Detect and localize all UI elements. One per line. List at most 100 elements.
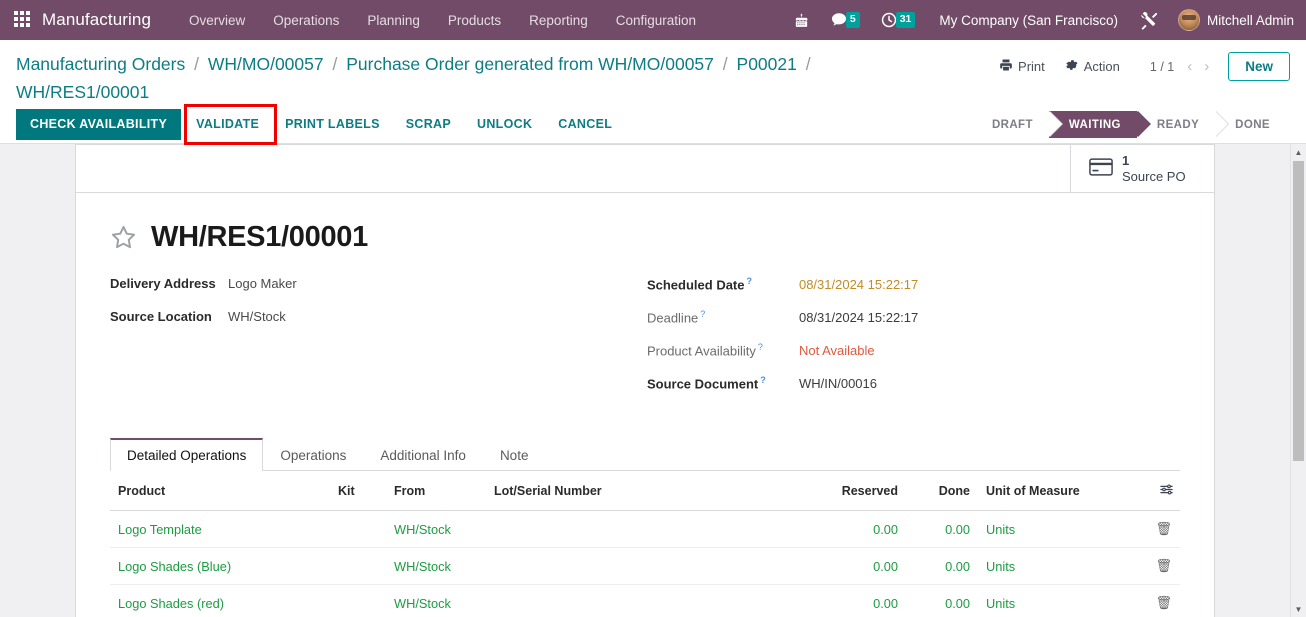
tab-note[interactable]: Note [483, 438, 546, 471]
cell-unit-of-measure[interactable]: Units [978, 584, 1146, 617]
breadcrumb-item-manufacturing-orders[interactable]: Manufacturing Orders [16, 54, 185, 74]
field-value-scheduled-date[interactable]: 08/31/2024 15:22:17 [799, 277, 918, 292]
check-availability-button[interactable]: CHECK AVAILABILITY [16, 109, 182, 140]
column-options-icon[interactable] [1146, 471, 1180, 511]
cell-reserved[interactable]: 0.00 [786, 510, 906, 548]
breadcrumb-item-mo-00057[interactable]: WH/MO/00057 [208, 54, 324, 74]
tab-detailed-operations[interactable]: Detailed Operations [110, 438, 264, 471]
help-tooltip-icon[interactable]: ? [758, 342, 763, 352]
field-value-source-location[interactable]: WH/Stock [228, 309, 286, 324]
menu-item-operations[interactable]: Operations [259, 5, 353, 36]
table-row[interactable]: Logo Shades (red) WH/Stock 0.00 0.00 Uni… [110, 584, 1180, 617]
vertical-scrollbar[interactable]: ▲ ▼ [1290, 144, 1306, 617]
tab-operations[interactable]: Operations [263, 438, 363, 471]
form-column-left: Delivery Address Logo Maker Source Locat… [110, 276, 645, 408]
help-tooltip-icon[interactable]: ? [760, 375, 766, 385]
cell-product[interactable]: Logo Shades (Blue) [110, 547, 330, 585]
print-labels-button[interactable]: PRINT LABELS [272, 109, 393, 140]
app-brand-manufacturing[interactable]: Manufacturing [42, 10, 151, 30]
cell-product[interactable]: Logo Template [110, 510, 330, 548]
cell-lot-serial-number[interactable] [486, 547, 786, 585]
cancel-button[interactable]: CANCEL [545, 109, 625, 140]
field-scheduled-date: Scheduled Date? 08/31/2024 15:22:17 [647, 276, 1180, 295]
scrollbar-thumb[interactable] [1293, 161, 1304, 461]
page-title: WH/RES1/00001 [151, 221, 368, 253]
chevron-left-icon[interactable]: ‹ [1182, 59, 1197, 74]
tab-additional-info[interactable]: Additional Info [363, 438, 483, 471]
breadcrumb: Manufacturing Orders / WH/MO/00057 / Pur… [16, 48, 916, 106]
field-label-scheduled-date: Scheduled Date? [647, 276, 799, 292]
action-button[interactable]: Action [1055, 54, 1130, 79]
column-header-lot-serial-number: Lot/Serial Number [486, 471, 786, 511]
cell-kit[interactable] [330, 584, 386, 617]
tools-icon[interactable] [1130, 11, 1169, 30]
chat-bubble-icon[interactable]: 5 [820, 11, 870, 29]
scroll-down-arrow-icon[interactable]: ▼ [1291, 601, 1306, 617]
print-button[interactable]: Print [989, 54, 1055, 79]
trash-icon[interactable]: 🗑 [1155, 521, 1172, 536]
cell-done[interactable]: 0.00 [906, 584, 978, 617]
notebook: Detailed Operations Operations Additiona… [110, 438, 1180, 617]
cell-lot-serial-number[interactable] [486, 584, 786, 617]
breadcrumb-item-p00021[interactable]: P00021 [737, 54, 797, 74]
cell-done[interactable]: 0.00 [906, 547, 978, 585]
cell-reserved[interactable]: 0.00 [786, 547, 906, 585]
breadcrumb-item-purchase-order[interactable]: Purchase Order generated from WH/MO/0005… [346, 54, 714, 74]
breadcrumb-item-current: WH/RES1/00001 [16, 82, 150, 102]
status-bar: DRAFT WAITING READY DONE [971, 111, 1286, 138]
scrollbar-track[interactable] [1293, 462, 1304, 601]
trash-icon[interactable]: 🗑 [1155, 595, 1172, 610]
cell-lot-serial-number[interactable] [486, 510, 786, 548]
field-label-deadline: Deadline? [647, 309, 799, 325]
cell-unit-of-measure[interactable]: Units [978, 510, 1146, 548]
source-po-stat-button[interactable]: 1 Source PO [1070, 145, 1214, 192]
action-label: Action [1083, 59, 1120, 74]
new-button[interactable]: New [1228, 52, 1290, 81]
delete-row-button[interactable]: 🗑 [1146, 584, 1180, 617]
status-stage-draft[interactable]: DRAFT [971, 111, 1063, 138]
cell-from[interactable]: WH/Stock [386, 547, 486, 585]
menu-item-configuration[interactable]: Configuration [602, 5, 710, 36]
user-menu-mitchell-admin[interactable]: Mitchell Admin [1207, 13, 1294, 28]
cell-product[interactable]: Logo Shades (red) [110, 584, 330, 617]
cake-icon[interactable] [783, 12, 820, 29]
scroll-up-arrow-icon[interactable]: ▲ [1291, 144, 1306, 160]
menu-item-planning[interactable]: Planning [353, 5, 434, 36]
unlock-button[interactable]: UNLOCK [464, 109, 545, 140]
pager-value: 1 / 1 [1149, 59, 1175, 74]
validate-button[interactable]: VALIDATE [183, 109, 272, 140]
delete-row-button[interactable]: 🗑 [1146, 510, 1180, 548]
breadcrumb-separator: / [194, 54, 199, 74]
apps-grid-icon[interactable] [14, 11, 32, 29]
help-tooltip-icon[interactable]: ? [700, 309, 705, 319]
help-tooltip-icon[interactable]: ? [747, 276, 753, 286]
menu-item-reporting[interactable]: Reporting [515, 5, 602, 36]
trash-icon[interactable]: 🗑 [1155, 558, 1172, 573]
field-label-product-availability: Product Availability? [647, 342, 799, 358]
field-value-source-document[interactable]: WH/IN/00016 [799, 376, 877, 391]
table-row[interactable]: Logo Template WH/Stock 0.00 0.00 Units 🗑 [110, 510, 1180, 548]
delete-row-button[interactable]: 🗑 [1146, 547, 1180, 585]
cell-from[interactable]: WH/Stock [386, 584, 486, 617]
field-label-source-location: Source Location [110, 309, 212, 324]
menu-item-overview[interactable]: Overview [175, 5, 259, 36]
cell-done[interactable]: 0.00 [906, 510, 978, 548]
main-menu: Overview Operations Planning Products Re… [175, 5, 710, 36]
cell-kit[interactable] [330, 547, 386, 585]
company-switcher[interactable]: My Company (San Francisco) [925, 13, 1130, 28]
table-row[interactable]: Logo Shades (Blue) WH/Stock 0.00 0.00 Un… [110, 547, 1180, 585]
avatar[interactable] [1177, 9, 1200, 31]
cell-unit-of-measure[interactable]: Units [978, 547, 1146, 585]
star-outline-icon[interactable] [110, 224, 137, 251]
clock-icon[interactable]: 31 [870, 11, 926, 29]
field-value-delivery-address[interactable]: Logo Maker [228, 276, 297, 291]
chevron-right-icon[interactable]: › [1199, 59, 1214, 74]
menu-item-products[interactable]: Products [434, 5, 515, 36]
cell-from[interactable]: WH/Stock [386, 510, 486, 548]
scrap-button[interactable]: SCRAP [393, 109, 464, 140]
field-label-source-document: Source Document? [647, 375, 799, 391]
cell-reserved[interactable]: 0.00 [786, 584, 906, 617]
activities-count-badge: 31 [895, 12, 916, 28]
field-value-deadline[interactable]: 08/31/2024 15:22:17 [799, 310, 918, 325]
cell-kit[interactable] [330, 510, 386, 548]
